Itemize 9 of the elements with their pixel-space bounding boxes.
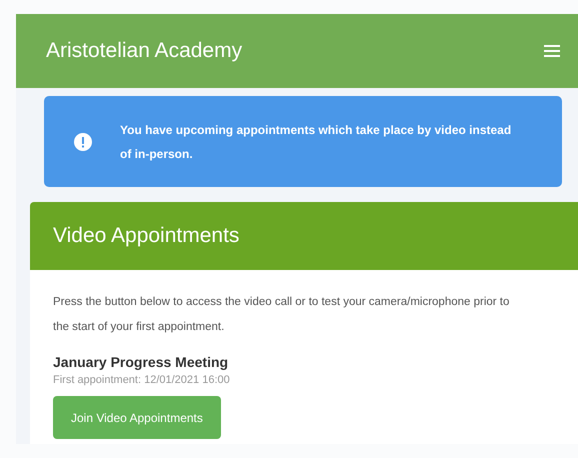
- menu-icon[interactable]: [544, 44, 560, 58]
- app-title: Aristotelian Academy: [46, 39, 242, 63]
- card-title: Video Appointments: [53, 224, 240, 248]
- instructions-text: Press the button below to access the video call or to test your camera/microphone prior to the start of your first appointment.: [53, 295, 510, 335]
- alert-message: You have upcoming appointments which take place by video instead of in-person.: [120, 122, 512, 162]
- join-video-button[interactable]: Join Video Appointments: [53, 396, 221, 439]
- event-title: January Progress Meeting: [53, 354, 230, 370]
- event-date: First appointment: 12/01/2021 16:00: [53, 374, 231, 386]
- info-icon: [74, 132, 92, 150]
